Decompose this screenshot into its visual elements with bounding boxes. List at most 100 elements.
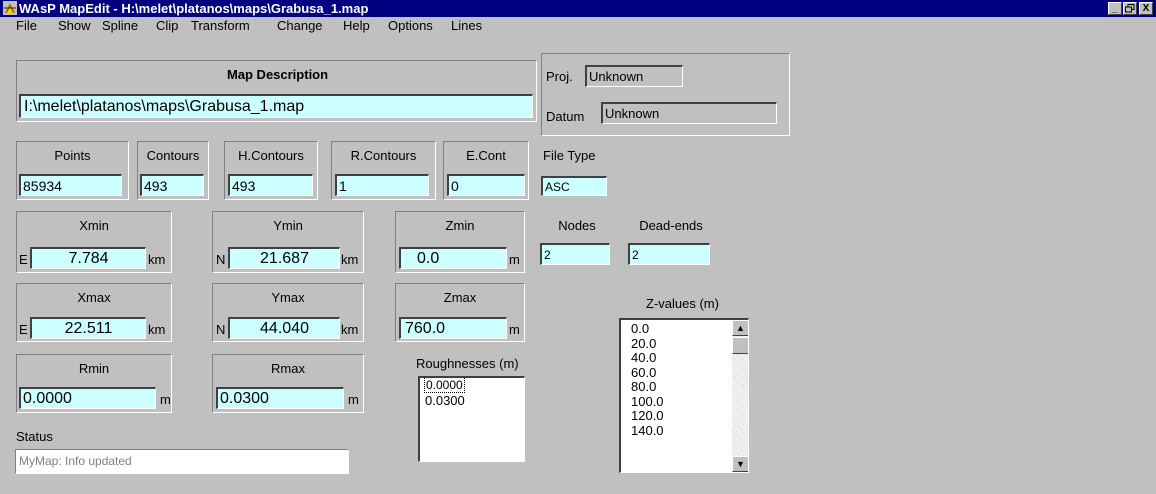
hcontours-field[interactable]: 493: [228, 174, 313, 196]
close-button[interactable]: X: [1139, 2, 1153, 15]
zmin-unit: m: [509, 252, 520, 267]
list-item[interactable]: 20.0: [621, 336, 731, 352]
proj-label: Proj.: [546, 69, 573, 84]
window-title: WAsP MapEdit - H:\melet\platanos\maps\Gr…: [19, 1, 369, 16]
nodes-field[interactable]: 2: [540, 243, 610, 265]
nodes-label: Nodes: [558, 218, 596, 233]
xmin-unit: km: [148, 252, 166, 267]
list-item[interactable]: 140.0: [621, 423, 731, 439]
dead-ends-label: Dead-ends: [639, 218, 703, 233]
title-bar: WAsP MapEdit - H:\melet\platanos\maps\Gr…: [0, 0, 1156, 17]
map-description-field[interactable]: I:\melet\platanos\maps\Grabusa_1.map: [19, 94, 533, 118]
projection-group: Proj. Unknown Datum Unknown: [541, 53, 790, 136]
econt-label: E.Cont: [466, 148, 506, 163]
status-label: Status: [16, 429, 53, 444]
econt-group: E.Cont 0: [443, 141, 529, 200]
z-values-scrollbar[interactable]: ▲ ▼: [732, 320, 748, 472]
ymax-field[interactable]: 44.040: [228, 317, 340, 339]
xmax-label: Xmax: [77, 290, 111, 305]
z-values-label: Z-values (m): [646, 296, 719, 311]
menu-show[interactable]: Show: [58, 18, 91, 33]
maximize-button[interactable]: [1123, 2, 1137, 15]
menu-lines[interactable]: Lines: [451, 18, 482, 33]
xmin-group: Xmin E 7.784 km: [16, 211, 172, 273]
hcontours-group: H.Contours 493: [224, 141, 318, 200]
roughnesses-list[interactable]: 0.0000 0.0300: [418, 376, 525, 462]
scroll-up-button[interactable]: ▲: [732, 320, 748, 336]
econt-field[interactable]: 0: [447, 174, 525, 196]
rmin-group: Rmin 0.0000 m: [16, 354, 172, 413]
zmin-label: Zmin: [445, 218, 475, 233]
menu-spline[interactable]: Spline: [102, 18, 138, 33]
nodes-group: Nodes 2: [537, 211, 617, 269]
status-field: MyMap: Info updated: [15, 449, 349, 474]
list-item[interactable]: 0.0: [621, 321, 731, 337]
rcontours-label: R.Contours: [350, 148, 417, 163]
list-item[interactable]: 0.0000: [420, 378, 524, 393]
list-item[interactable]: 100.0: [621, 394, 731, 410]
z-values-list[interactable]: 0.0 20.0 40.0 60.0 80.0 100.0 120.0 140.…: [619, 318, 749, 473]
xmin-field[interactable]: 7.784: [30, 247, 146, 269]
list-item[interactable]: 40.0: [621, 350, 731, 366]
ymax-prefix: N: [216, 322, 226, 337]
datum-label: Datum: [546, 109, 585, 124]
rmin-field[interactable]: 0.0000: [19, 387, 156, 409]
rmin-label: Rmin: [78, 361, 110, 376]
points-label: Points: [54, 148, 91, 163]
filetype-field[interactable]: ASC: [541, 176, 607, 196]
rcontours-field[interactable]: 1: [335, 174, 429, 196]
datum-field[interactable]: Unknown: [601, 102, 777, 124]
dead-ends-group: Dead-ends 2: [624, 211, 718, 269]
ymax-label: Ymax: [271, 290, 305, 305]
zmin-group: Zmin 0.0 m: [395, 211, 525, 273]
ymin-field[interactable]: 21.687: [228, 247, 340, 269]
menu-help[interactable]: Help: [343, 18, 370, 33]
filetype-group: File Type ASC: [537, 141, 616, 200]
zmin-field[interactable]: 0.0: [399, 247, 507, 269]
points-group: Points 85934: [16, 141, 129, 200]
contours-field[interactable]: 493: [140, 174, 204, 196]
menu-options[interactable]: Options: [388, 18, 433, 33]
contours-group: Contours 493: [137, 141, 209, 200]
menu-transform[interactable]: Transform: [191, 18, 250, 33]
minimize-button[interactable]: _: [1108, 2, 1122, 15]
menu-change[interactable]: Change: [277, 18, 323, 33]
roughness-item-selected: 0.0000: [424, 378, 465, 393]
contours-label: Contours: [146, 148, 200, 163]
ymin-prefix: N: [216, 252, 226, 267]
hcontours-label: H.Contours: [238, 148, 304, 163]
ymin-group: Ymin N 21.687 km: [212, 211, 364, 273]
dead-ends-field[interactable]: 2: [628, 243, 710, 265]
list-item[interactable]: 120.0: [621, 408, 731, 424]
map-description-label: Map Description: [226, 67, 329, 82]
xmax-unit: km: [148, 322, 166, 337]
xmin-label: Xmin: [79, 218, 109, 233]
points-field[interactable]: 85934: [19, 174, 122, 196]
menu-bar: File Show Spline Clip Transform Change H…: [0, 17, 1156, 37]
list-item[interactable]: 0.0300: [420, 393, 524, 408]
ymin-unit: km: [341, 252, 359, 267]
scroll-thumb[interactable]: [732, 337, 748, 354]
list-item[interactable]: 80.0: [621, 379, 731, 395]
menu-file[interactable]: File: [16, 18, 37, 33]
zmax-label: Zmax: [443, 290, 477, 305]
rmin-unit: m: [160, 392, 171, 407]
scroll-down-button[interactable]: ▼: [732, 456, 748, 472]
zmax-unit: m: [509, 322, 520, 337]
proj-field[interactable]: Unknown: [585, 65, 683, 87]
ymax-unit: km: [341, 322, 359, 337]
zmax-group: Zmax 760.0 m: [395, 283, 525, 342]
menu-clip[interactable]: Clip: [156, 18, 178, 33]
filetype-label: File Type: [543, 148, 596, 163]
xmax-field[interactable]: 22.511: [30, 317, 146, 339]
rmax-field[interactable]: 0.0300: [216, 387, 344, 409]
rcontours-group: R.Contours 1: [331, 141, 436, 200]
xmin-prefix: E: [19, 252, 28, 267]
list-item[interactable]: 60.0: [621, 365, 731, 381]
xmax-group: Xmax E 22.511 km: [16, 283, 172, 342]
rmax-unit: m: [348, 392, 359, 407]
ymax-group: Ymax N 44.040 km: [212, 283, 364, 342]
maximize-icon: [1125, 4, 1135, 13]
zmax-field[interactable]: 760.0: [399, 317, 507, 339]
app-icon: [3, 1, 17, 15]
